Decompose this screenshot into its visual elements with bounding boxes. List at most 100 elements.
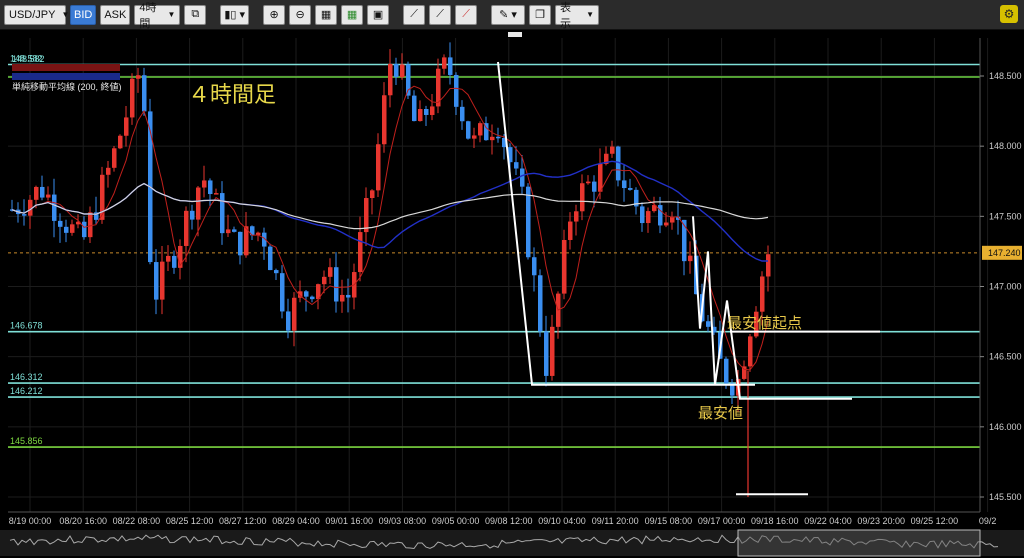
candle-body <box>418 108 423 122</box>
x-tick-label: 09/25 12:00 <box>911 516 959 526</box>
candle-body <box>172 255 177 268</box>
candle-body <box>460 106 465 122</box>
candle-body <box>610 146 615 154</box>
legend-ma-line1 <box>12 64 120 71</box>
x-tick-label: 08/27 12:00 <box>219 516 267 526</box>
y-tick-label: 145.500 <box>989 492 1022 502</box>
gear-icon[interactable]: ⚙ <box>1000 5 1018 23</box>
candle-body <box>154 262 159 300</box>
lowest-start-label: 最安値起点 <box>727 315 802 332</box>
scroll-handle[interactable] <box>508 32 522 37</box>
y-tick-label: 146.000 <box>989 422 1022 432</box>
indicator-add-icon[interactable]: ⟋ <box>403 4 426 25</box>
candle-body <box>454 74 459 107</box>
x-tick-label: 09/22 04:00 <box>804 516 852 526</box>
symbol-select[interactable]: USD/JPY ▼ <box>4 4 70 25</box>
horizontal-line-label: 146.212 <box>10 386 43 396</box>
chart-background <box>0 30 1024 558</box>
candle-body <box>310 296 315 300</box>
bid-button[interactable]: BID <box>70 4 97 25</box>
candle-body <box>370 190 375 199</box>
candle-body <box>130 78 135 118</box>
candle-body <box>184 210 189 246</box>
ask-button[interactable]: ASK <box>100 4 131 25</box>
grid-green-icon[interactable]: ▦ <box>341 4 364 25</box>
candle-body <box>166 255 171 262</box>
candle-body <box>406 64 411 96</box>
zoom-out-icon[interactable]: ⊖ <box>289 4 312 25</box>
candle-body <box>466 121 471 139</box>
candle-body <box>70 224 75 233</box>
candle-body <box>22 214 27 216</box>
candle-body <box>664 222 669 226</box>
indicator-edit-icon[interactable]: ⟋ <box>429 4 452 25</box>
candle-body <box>346 294 351 298</box>
x-tick-label: 08/22 08:00 <box>113 516 161 526</box>
legend-price-tag: 148.582 <box>12 54 45 64</box>
candle-body <box>112 148 117 168</box>
lowest-label: 最安値 <box>698 405 743 422</box>
display-select[interactable]: 表示 ▼ <box>555 2 600 30</box>
chart-type-icon[interactable]: ▮▯ ▾ <box>220 4 250 25</box>
x-tick-label: 08/25 12:00 <box>166 516 214 526</box>
x-tick-label: 09/03 08:00 <box>379 516 427 526</box>
panel-icon[interactable]: ▣ <box>367 4 390 25</box>
y-tick-label: 148.500 <box>989 71 1022 81</box>
x-tick-label: 09/05 00:00 <box>432 516 480 526</box>
candle-body <box>286 311 291 331</box>
candle-body <box>376 144 381 191</box>
chevron-down-icon: ▼ <box>586 10 595 19</box>
candle-body <box>52 194 57 221</box>
candle-body <box>448 57 453 75</box>
candle-body <box>442 57 447 69</box>
candle-body <box>220 193 225 234</box>
candle-body <box>136 75 141 79</box>
time-scroller[interactable] <box>0 529 1024 557</box>
x-tick-label: 09/23 20:00 <box>857 516 905 526</box>
grid-icon[interactable]: ▦ <box>315 4 338 25</box>
candle-body <box>364 198 369 233</box>
candle-body <box>490 136 495 141</box>
candle-body <box>472 135 477 139</box>
x-tick-label: 09/15 08:00 <box>645 516 693 526</box>
candle-body <box>292 297 297 331</box>
timeframe-select[interactable]: 4時間 ▼ <box>134 2 181 30</box>
candle-body <box>58 220 63 227</box>
pen-icon[interactable]: ✎ ▾ <box>491 4 526 25</box>
candle-body <box>274 270 279 274</box>
y-tick-label: 148.000 <box>989 141 1022 151</box>
candle-body <box>586 181 591 184</box>
candle-body <box>64 226 69 233</box>
current-price-label: 147.240 <box>988 248 1021 258</box>
legend-ma-line3: 単純移動平均線 (200, 終値) <box>12 81 122 92</box>
indicator-remove-icon[interactable]: ⟋ <box>455 4 478 25</box>
chevron-down-icon: ▼ <box>61 10 70 19</box>
candle-body <box>688 255 693 262</box>
zoom-in-icon[interactable]: ⊕ <box>263 4 286 25</box>
horizontal-line-label: 146.678 <box>10 321 43 331</box>
toolbar: USD/JPY ▼ BID ASK 4時間 ▼ ⧉ ▮▯ ▾ ⊕ ⊖ ▦ ▦ ▣ ⟋… <box>0 0 1024 30</box>
candle-body <box>580 183 585 212</box>
candle-body <box>424 108 429 115</box>
timeframe-label: 4時間 <box>139 1 157 30</box>
y-tick-label: 146.500 <box>989 352 1022 362</box>
candle-body <box>268 246 273 271</box>
candle-body <box>598 163 603 192</box>
candle-body <box>208 180 213 195</box>
x-tick-label: 09/10 04:00 <box>538 516 586 526</box>
y-tick-label: 147.500 <box>989 211 1022 221</box>
copy-icon[interactable]: ❐ <box>529 4 552 25</box>
candle-body <box>382 95 387 145</box>
x-tick-label: 09/2 <box>979 516 997 526</box>
x-tick-label: 09/08 12:00 <box>485 516 533 526</box>
candle-body <box>142 75 147 112</box>
candle-body <box>550 326 555 376</box>
legend-ma-line2 <box>12 73 120 80</box>
candle-body <box>526 186 531 258</box>
candle-body <box>400 64 405 78</box>
duplicate-icon[interactable]: ⧉ <box>184 4 207 25</box>
candle-body <box>82 221 87 238</box>
candle-body <box>622 180 627 189</box>
candle-body <box>574 211 579 222</box>
symbol-label: USD/JPY <box>9 8 56 21</box>
